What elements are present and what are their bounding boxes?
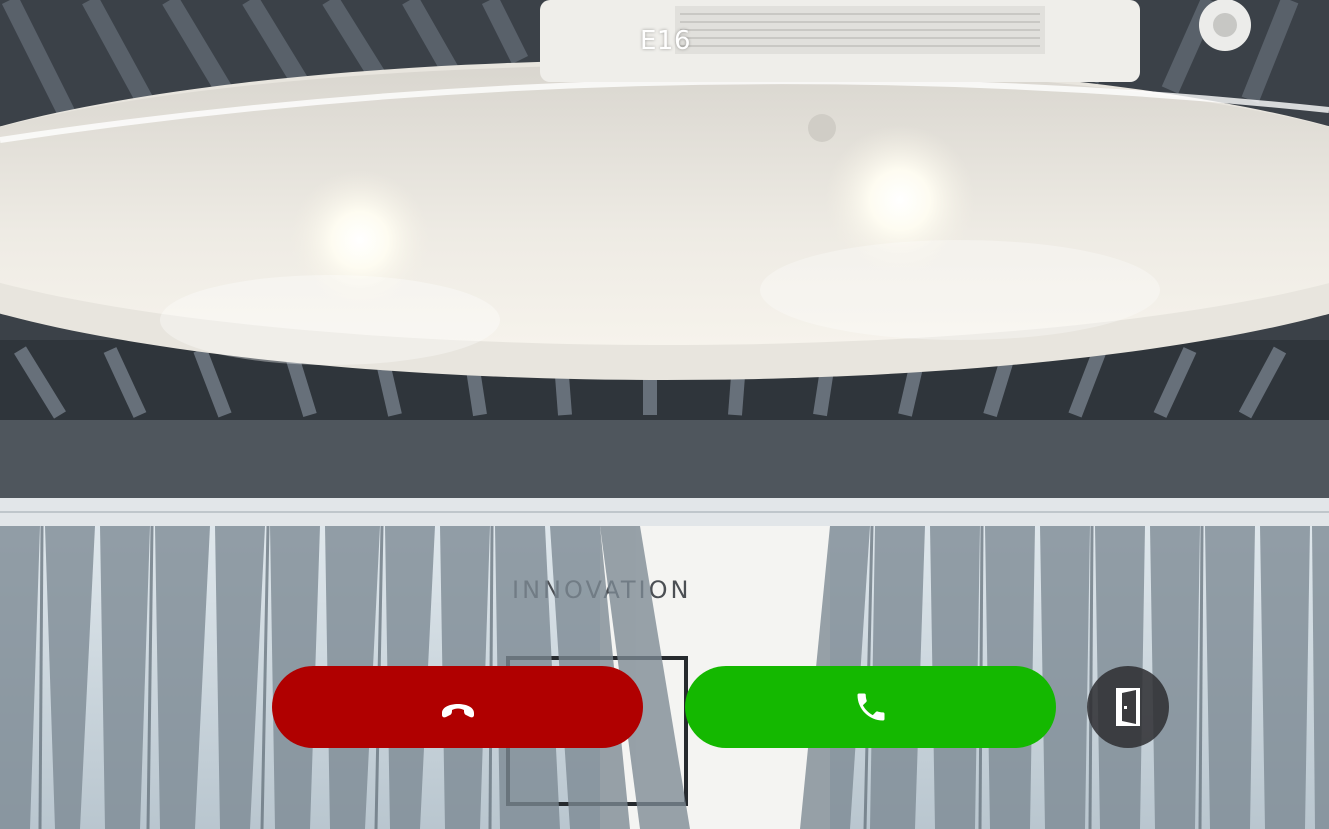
hang-up-icon <box>441 704 474 718</box>
door-icon <box>1116 688 1140 726</box>
phone-icon <box>857 693 884 721</box>
answer-call-button[interactable] <box>685 666 1056 748</box>
unlock-door-button[interactable] <box>1087 666 1169 748</box>
caller-id-label: E16 <box>640 26 692 56</box>
decline-call-button[interactable] <box>272 666 643 748</box>
